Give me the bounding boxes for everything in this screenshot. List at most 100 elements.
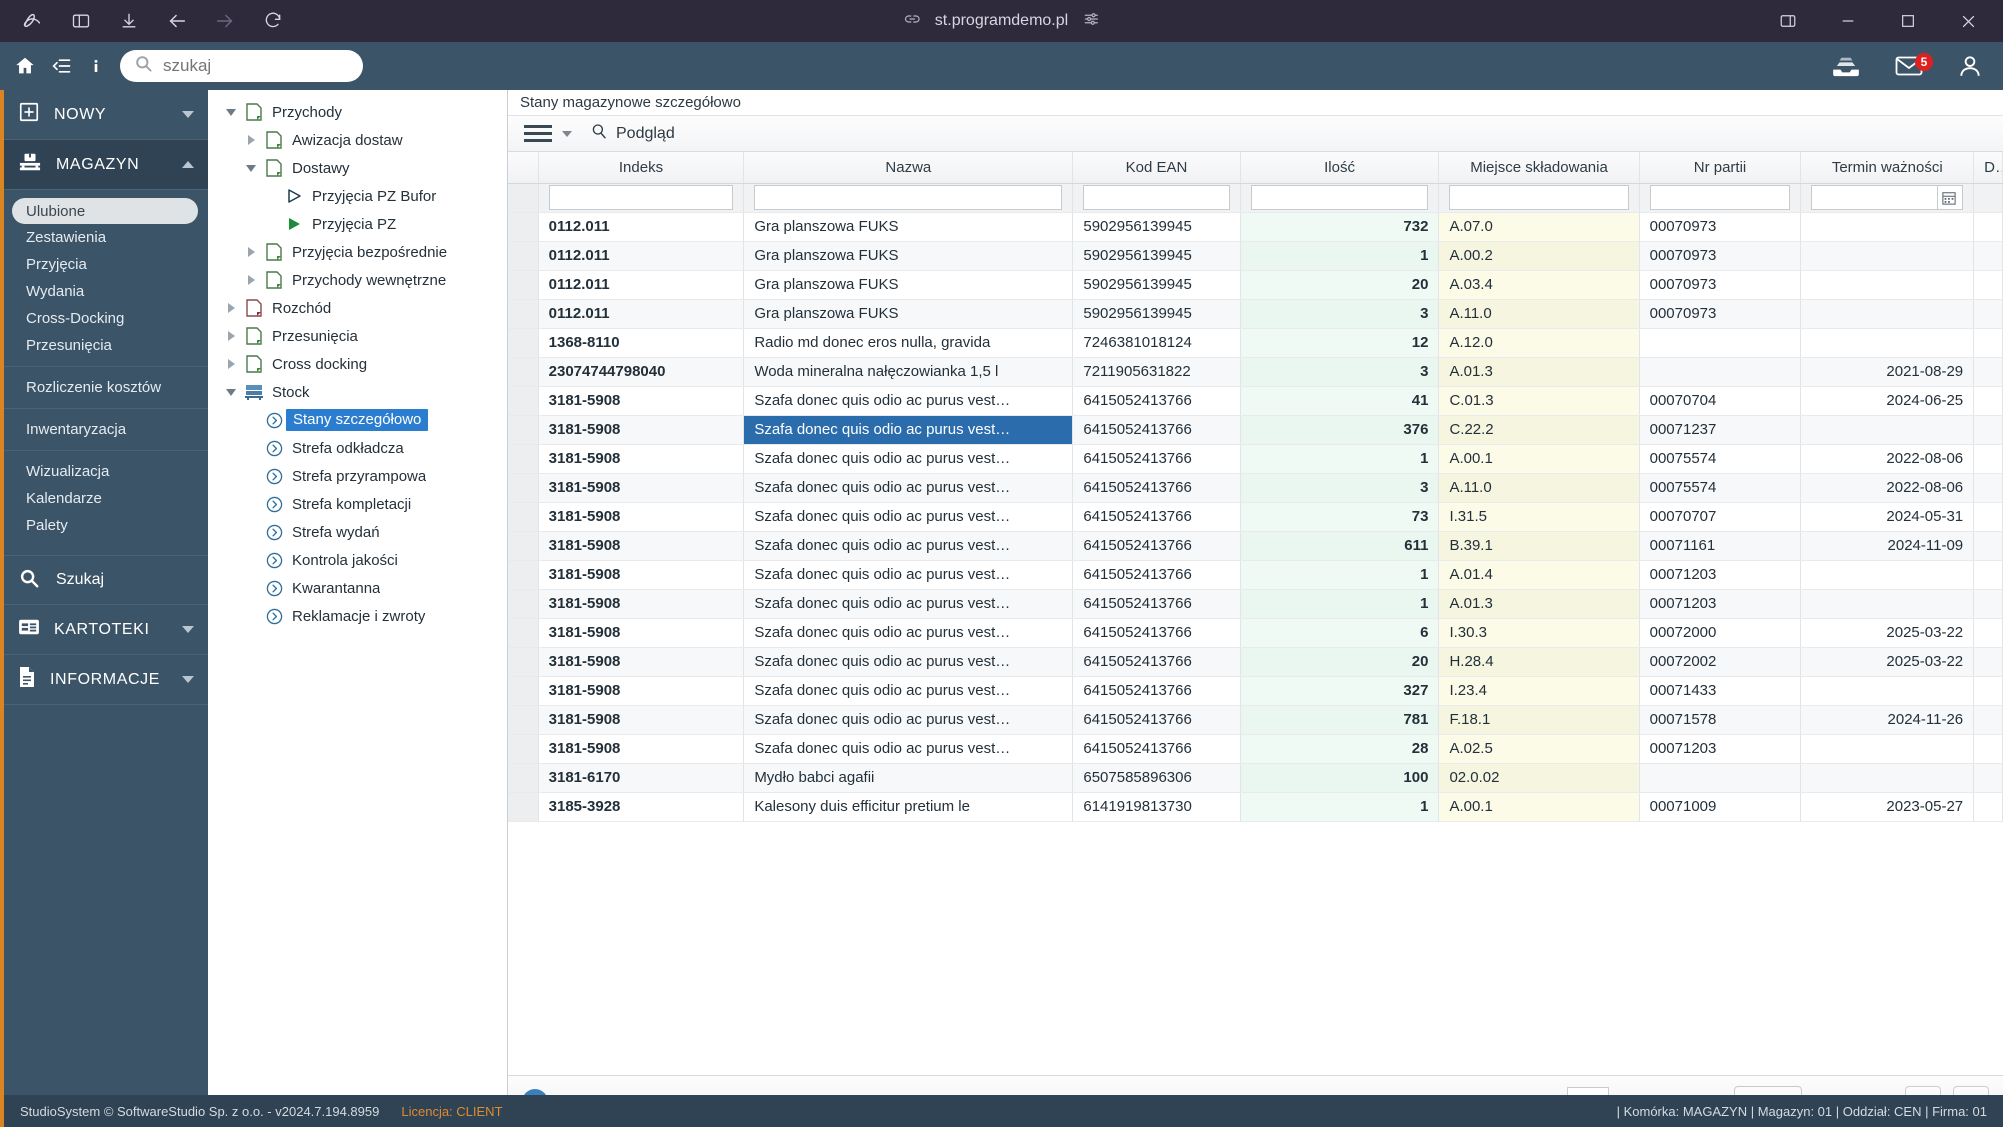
- cell-nazwa[interactable]: Szafa donec quis odio ac purus vest…: [743, 705, 1074, 735]
- chevron-down-icon[interactable]: [562, 130, 572, 137]
- table-row[interactable]: 3181-5908 Szafa donec quis odio ac purus …: [508, 560, 2003, 590]
- cell-d[interactable]: [1973, 473, 2003, 503]
- cell-indeks[interactable]: 23074744798040: [538, 357, 745, 387]
- cell-miejsce[interactable]: I.30.3: [1438, 618, 1640, 648]
- cell-partia[interactable]: 00072000: [1639, 618, 1802, 648]
- cell-partia[interactable]: 00070704: [1639, 386, 1802, 416]
- column-header-partia[interactable]: Nr partii: [1639, 152, 1802, 184]
- cell-partia[interactable]: 00072002: [1639, 647, 1802, 677]
- cell-termin[interactable]: [1800, 560, 1975, 590]
- cell-nazwa[interactable]: Gra planszowa FUKS: [743, 212, 1074, 242]
- tree-node[interactable]: Przyjęcia bezpośrednie: [208, 238, 507, 266]
- tree-node[interactable]: Stany szczegółowo: [208, 406, 507, 434]
- cell-ean[interactable]: 5902956139945: [1072, 299, 1241, 329]
- cell-ilosc[interactable]: 20: [1240, 270, 1440, 300]
- cell-indeks[interactable]: 3181-5908: [538, 415, 745, 445]
- cell-termin[interactable]: [1800, 676, 1975, 706]
- cell-partia[interactable]: [1639, 328, 1802, 358]
- cell-ilosc[interactable]: 3: [1240, 357, 1440, 387]
- table-row[interactable]: 3181-5908 Szafa donec quis odio ac purus …: [508, 705, 2003, 735]
- tree-twisty[interactable]: [220, 388, 242, 396]
- row-gutter[interactable]: [508, 647, 539, 677]
- row-gutter[interactable]: [508, 386, 539, 416]
- table-row[interactable]: 3181-5908 Szafa donec quis odio ac purus …: [508, 473, 2003, 503]
- cell-termin[interactable]: 2022-08-06: [1800, 444, 1975, 474]
- address-bar[interactable]: st.programdemo.pl: [903, 10, 1100, 33]
- collapse-menu-icon[interactable]: [52, 56, 72, 76]
- cell-d[interactable]: [1973, 357, 2003, 387]
- cell-d[interactable]: [1973, 560, 2003, 590]
- minimize-icon[interactable]: [1819, 0, 1877, 42]
- sidebar-item-zestawienia[interactable]: Zestawienia: [4, 224, 208, 251]
- cell-indeks[interactable]: 3181-5908: [538, 502, 745, 532]
- filter-input-ilosc[interactable]: [1250, 185, 1429, 210]
- filter-input-termin[interactable]: [1811, 185, 1938, 210]
- sidebar-item-rozliczenie-kosztow[interactable]: Rozliczenie kosztów: [4, 374, 208, 401]
- cell-ilosc[interactable]: 781: [1240, 705, 1440, 735]
- cell-d[interactable]: [1973, 270, 2003, 300]
- sidebar-group-nowy[interactable]: NOWY: [4, 90, 208, 140]
- cell-ean[interactable]: 7246381018124: [1072, 328, 1241, 358]
- cell-ean[interactable]: 6415052413766: [1072, 386, 1241, 416]
- chevron-down-icon[interactable]: [182, 676, 194, 683]
- downloads-icon[interactable]: [108, 4, 150, 38]
- cell-partia[interactable]: 00070707: [1639, 502, 1802, 532]
- cell-ilosc[interactable]: 41: [1240, 386, 1440, 416]
- cell-miejsce[interactable]: C.01.3: [1438, 386, 1640, 416]
- cell-termin[interactable]: 2021-08-29: [1800, 357, 1975, 387]
- cell-ean[interactable]: 6415052413766: [1072, 415, 1241, 445]
- cell-partia[interactable]: 00071009: [1639, 792, 1802, 822]
- home-icon[interactable]: [14, 55, 36, 77]
- cell-nazwa[interactable]: Szafa donec quis odio ac purus vest…: [743, 531, 1074, 561]
- reload-icon[interactable]: [252, 4, 294, 38]
- cell-miejsce[interactable]: C.22.2: [1438, 415, 1640, 445]
- cell-indeks[interactable]: 0112.011: [538, 241, 745, 271]
- cell-nazwa[interactable]: Woda mineralna nałęczowianka 1,5 l: [743, 357, 1074, 387]
- table-row[interactable]: 0112.011 Gra planszowa FUKS 5902956139945 1…: [508, 241, 2003, 271]
- cell-miejsce[interactable]: A.00.2: [1438, 241, 1640, 271]
- cell-termin[interactable]: [1800, 415, 1975, 445]
- cell-partia[interactable]: 00071578: [1639, 705, 1802, 735]
- sidebar-group-szukaj[interactable]: Szukaj: [4, 555, 208, 605]
- cell-miejsce[interactable]: F.18.1: [1438, 705, 1640, 735]
- cell-miejsce[interactable]: I.23.4: [1438, 676, 1640, 706]
- cell-partia[interactable]: 00070973: [1639, 241, 1802, 271]
- sidebar-group-kartoteki[interactable]: KARTOTEKI: [4, 605, 208, 655]
- row-gutter[interactable]: [508, 415, 539, 445]
- column-header-miejsce[interactable]: Miejsce składowania: [1438, 152, 1640, 184]
- cell-ilosc[interactable]: 3: [1240, 299, 1440, 329]
- tree-node[interactable]: Strefa odkładcza: [208, 434, 507, 462]
- row-gutter[interactable]: [508, 357, 539, 387]
- cell-indeks[interactable]: 0112.011: [538, 270, 745, 300]
- table-row[interactable]: 3181-5908 Szafa donec quis odio ac purus …: [508, 647, 2003, 677]
- cell-ilosc[interactable]: 20: [1240, 647, 1440, 677]
- cell-termin[interactable]: 2024-11-09: [1800, 531, 1975, 561]
- chevron-right-icon[interactable]: [247, 135, 255, 145]
- cell-indeks[interactable]: 3181-5908: [538, 589, 745, 619]
- cell-indeks[interactable]: 3181-5908: [538, 444, 745, 474]
- split-view-icon[interactable]: [1759, 0, 1817, 42]
- row-gutter[interactable]: [508, 705, 539, 735]
- cell-ilosc[interactable]: 1: [1240, 444, 1440, 474]
- cell-miejsce[interactable]: 02.0.02: [1438, 763, 1640, 793]
- sidebar-item-wydania[interactable]: Wydania: [4, 278, 208, 305]
- tree-node[interactable]: Strefa kompletacji: [208, 490, 507, 518]
- cell-partia[interactable]: 00071203: [1639, 589, 1802, 619]
- column-header-indeks[interactable]: Indeks: [538, 152, 745, 184]
- cell-miejsce[interactable]: A.11.0: [1438, 473, 1640, 503]
- table-row[interactable]: 3185-3928 Kalesony duis efficitur pretium…: [508, 792, 2003, 822]
- cell-termin[interactable]: 2025-03-22: [1800, 647, 1975, 677]
- cell-partia[interactable]: 00071161: [1639, 531, 1802, 561]
- cell-ilosc[interactable]: 1: [1240, 792, 1440, 822]
- chevron-right-icon[interactable]: [247, 275, 255, 285]
- cell-miejsce[interactable]: A.01.4: [1438, 560, 1640, 590]
- cell-partia[interactable]: 00071203: [1639, 560, 1802, 590]
- row-gutter[interactable]: [508, 473, 539, 503]
- tree-node[interactable]: Przesunięcia: [208, 322, 507, 350]
- tree-node[interactable]: Kwarantanna: [208, 574, 507, 602]
- tree-node[interactable]: Strefa przyrampowa: [208, 462, 507, 490]
- tree-node[interactable]: Przyjęcia PZ: [208, 210, 507, 238]
- row-gutter[interactable]: [508, 792, 539, 822]
- cell-d[interactable]: [1973, 531, 2003, 561]
- sidebar-group-informacje[interactable]: INFORMACJE: [4, 655, 208, 705]
